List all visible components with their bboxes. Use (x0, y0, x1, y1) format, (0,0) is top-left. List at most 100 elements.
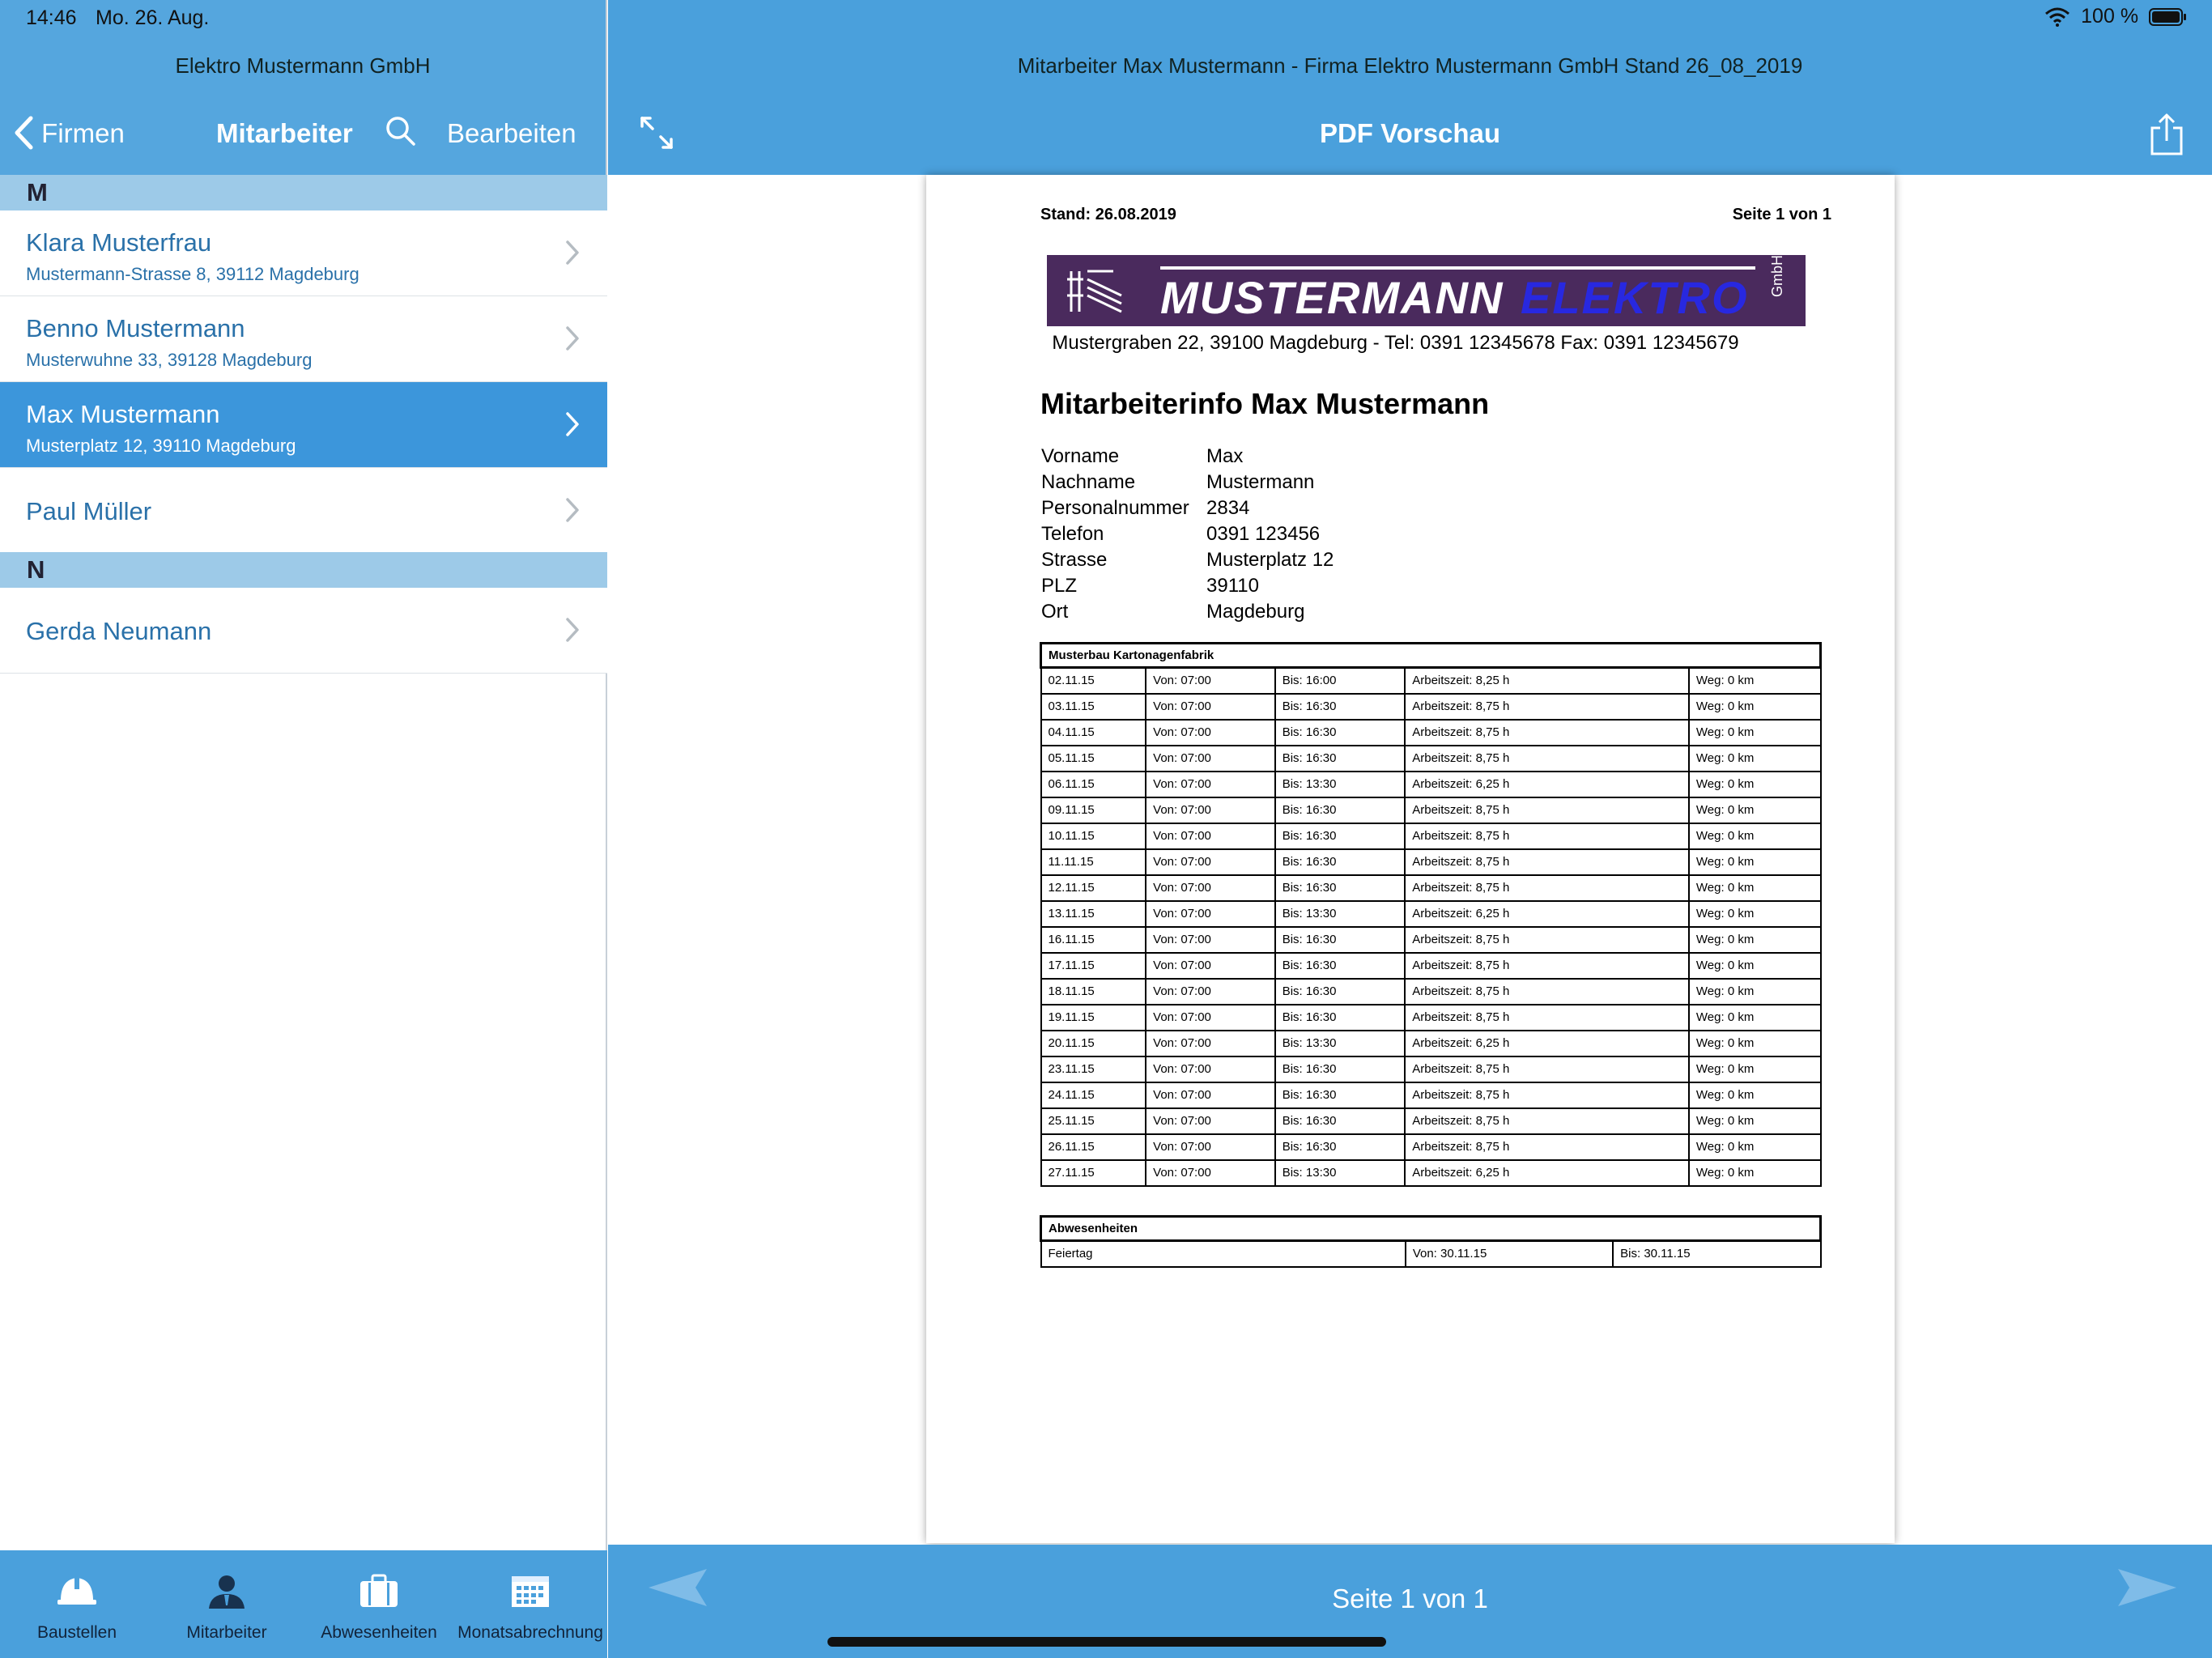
table-row: 04.11.15 Von: 07:00 Bis: 16:30 Arbeitszeit:… (1040, 718, 1822, 746)
table-cell: Arbeitszeit: 8,75 h (1404, 874, 1690, 902)
table-cell: Von: 07:00 (1145, 1081, 1276, 1109)
table-cell: 25.11.15 (1040, 1107, 1147, 1135)
list-item[interactable]: Benno Mustermann Musterwuhne 33, 39128 M… (0, 296, 607, 382)
table-cell: Weg: 0 km (1687, 874, 1822, 902)
table-cell: Arbeitszeit: 6,25 h (1404, 1029, 1690, 1057)
logo-word-mustermann: MUSTERMANN (1160, 272, 1504, 323)
table-cell: Bis: 16:00 (1274, 666, 1406, 695)
table-cell: 18.11.15 (1040, 977, 1147, 1005)
worktime-table: Musterbau Kartonagenfabrik 02.11.15 Von: … (1040, 642, 1822, 1187)
table-cell: Arbeitszeit: 8,75 h (1404, 1003, 1690, 1031)
employee-name: Klara Musterfrau (26, 228, 212, 257)
table-cell: Von: 07:00 (1145, 1158, 1276, 1187)
table-row: 24.11.15 Von: 07:00 Bis: 16:30 Arbeitszeit:… (1040, 1081, 1822, 1109)
table-cell: Weg: 0 km (1687, 1133, 1822, 1161)
table-cell: Weg: 0 km (1687, 1029, 1822, 1057)
pdf-viewer[interactable]: Stand: 26.08.2019 Seite 1 von 1 MUSTERMA… (608, 175, 2212, 1545)
table-cell: Bis: 16:30 (1274, 951, 1406, 980)
table-cell: 11.11.15 (1040, 848, 1147, 876)
chevron-right-icon (566, 240, 579, 265)
table-cell: Von: 07:00 (1145, 977, 1276, 1005)
search-button[interactable] (385, 116, 416, 158)
table-cell: Von: 07:00 (1145, 1029, 1276, 1057)
status-right: 100 % (2044, 5, 2188, 28)
logo-word-elektro: ELEKTRO (1521, 272, 1749, 323)
list-item[interactable]: Paul Müller (0, 468, 607, 554)
list-item[interactable]: Gerda Neumann (0, 588, 607, 674)
table-cell: Arbeitszeit: 8,75 h (1404, 925, 1690, 954)
share-button[interactable] (2149, 113, 2184, 167)
left-header: 14:46 Mo. 26. Aug. Elektro Mustermann Gm… (0, 0, 606, 175)
absence-table: Abwesenheiten Feiertag Von: 30.11.15 Bis: … (1040, 1215, 1822, 1268)
table-cell: Weg: 0 km (1687, 925, 1822, 954)
footer-page-indicator: Seite 1 von 1 (1332, 1584, 1488, 1613)
table-cell: 03.11.15 (1040, 692, 1147, 721)
table-cell: 04.11.15 (1040, 718, 1147, 746)
table-cell: Arbeitszeit: 8,75 h (1404, 822, 1690, 850)
table-cell: Bis: 13:30 (1274, 770, 1406, 798)
next-page-button[interactable] (2116, 1567, 2178, 1612)
table-cell: Von: 30.11.15 (1404, 1239, 1614, 1268)
table-cell: 10.11.15 (1040, 822, 1147, 850)
table-cell: Von: 07:00 (1145, 770, 1276, 798)
table-cell: Bis: 16:30 (1274, 744, 1406, 772)
table-cell: Bis: 16:30 (1274, 718, 1406, 746)
wifi-icon (2045, 7, 2070, 28)
document-title: Mitarbeiter Max Mustermann - Firma Elekt… (1017, 53, 1803, 78)
table-cell: Arbeitszeit: 8,75 h (1404, 744, 1690, 772)
table-cell: 09.11.15 (1040, 796, 1147, 824)
table-cell: Bis: 13:30 (1274, 1029, 1406, 1057)
table-cell: Von: 07:00 (1145, 1055, 1276, 1083)
table-cell: Arbeitszeit: 8,25 h (1404, 666, 1690, 695)
table-cell: Bis: 16:30 (1274, 848, 1406, 876)
table-cell: Bis: 16:30 (1274, 874, 1406, 902)
section-header-m: M (0, 175, 607, 210)
helmet-icon (57, 1578, 96, 1605)
info-label: PLZ (1041, 575, 1078, 597)
table-cell: Von: 07:00 (1145, 796, 1276, 824)
pdf-page-number: Seite 1 von 1 (1732, 206, 1831, 223)
table-cell: Von: 07:00 (1145, 874, 1276, 902)
edit-button[interactable]: Bearbeiten (447, 113, 576, 154)
chevron-left-icon (15, 116, 33, 150)
tab-label: Monatsabrechnung (457, 1623, 603, 1642)
detail-pane: 100 % Mitarbeiter Max Mustermann - Firma… (608, 0, 2212, 1658)
absence-table-title: Abwesenheiten (1040, 1215, 1822, 1242)
table-cell: Arbeitszeit: 6,25 h (1404, 1158, 1690, 1187)
table-cell: Bis: 30.11.15 (1612, 1239, 1822, 1268)
worker-icon (209, 1575, 245, 1609)
table-cell: 16.11.15 (1040, 925, 1147, 954)
right-header: 100 % Mitarbeiter Max Mustermann - Firma… (608, 0, 2212, 175)
table-cell: 20.11.15 (1040, 1029, 1147, 1057)
home-indicator[interactable] (827, 1637, 1386, 1647)
table-row: 17.11.15 Von: 07:00 Bis: 16:30 Arbeitszeit:… (1040, 951, 1822, 980)
table-cell: Weg: 0 km (1687, 1055, 1822, 1083)
pdf-heading: Mitarbeiterinfo Max Mustermann (1040, 387, 1490, 420)
table-row: 05.11.15 Von: 07:00 Bis: 16:30 Arbeitszeit:… (1040, 744, 1822, 772)
table-row: 26.11.15 Von: 07:00 Bis: 16:30 Arbeitszeit:… (1040, 1133, 1822, 1161)
logo-emblem-icon (1067, 270, 1122, 313)
info-value: 39110 (1206, 575, 1259, 597)
table-row: 13.11.15 Von: 07:00 Bis: 13:30 Arbeitszeit:… (1040, 899, 1822, 928)
table-row: 23.11.15 Von: 07:00 Bis: 16:30 Arbeitszeit:… (1040, 1055, 1822, 1083)
table-cell: Weg: 0 km (1687, 848, 1822, 876)
table-cell: Weg: 0 km (1687, 1158, 1822, 1187)
table-cell: Weg: 0 km (1687, 744, 1822, 772)
table-cell: Arbeitszeit: 8,75 h (1404, 1055, 1690, 1083)
chevron-right-icon (566, 618, 579, 642)
back-button[interactable]: Firmen (13, 113, 125, 154)
table-cell: Arbeitszeit: 8,75 h (1404, 718, 1690, 746)
pdf-page: Stand: 26.08.2019 Seite 1 von 1 MUSTERMA… (926, 175, 1895, 1543)
info-label: Strasse (1041, 549, 1108, 571)
table-cell: Weg: 0 km (1687, 666, 1822, 695)
logo-stripe (1160, 266, 1755, 270)
logo-gmbh: GmbH (1769, 254, 1785, 297)
list-item[interactable]: Klara Musterfrau Mustermann-Strasse 8, 3… (0, 210, 607, 296)
table-row: 11.11.15 Von: 07:00 Bis: 16:30 Arbeitszeit:… (1040, 848, 1822, 876)
table-row: 16.11.15 Von: 07:00 Bis: 16:30 Arbeitszeit:… (1040, 925, 1822, 954)
list-item-selected[interactable]: Max Mustermann Musterplatz 12, 39110 Mag… (0, 382, 607, 468)
employee-address: Musterwuhne 33, 39128 Magdeburg (26, 350, 313, 370)
battery-icon (2149, 8, 2186, 27)
table-cell: 27.11.15 (1040, 1158, 1147, 1187)
table-cell: Von: 07:00 (1145, 1133, 1276, 1161)
